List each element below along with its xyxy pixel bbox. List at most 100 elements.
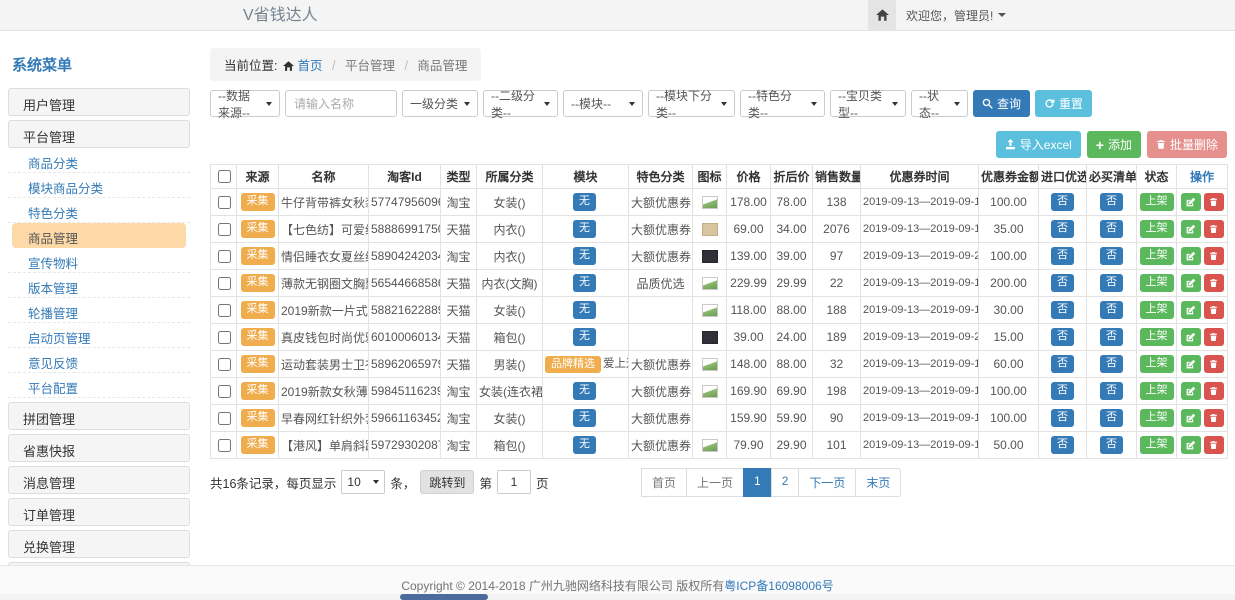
row-checkbox[interactable]	[218, 196, 231, 209]
add-button[interactable]: + 添加	[1087, 131, 1141, 158]
sidebar-item[interactable]: 版本管理	[8, 273, 190, 298]
delete-button[interactable]	[1204, 220, 1224, 238]
module-badge[interactable]: 无	[573, 274, 596, 292]
edit-button[interactable]	[1181, 382, 1201, 400]
row-checkbox[interactable]	[218, 412, 231, 425]
sidebar-item[interactable]: 意见反馈	[8, 348, 190, 373]
must-buy-toggle[interactable]: 否	[1100, 409, 1123, 427]
import-excel-button[interactable]: 导入excel	[996, 131, 1081, 158]
row-checkbox[interactable]	[218, 304, 231, 317]
import-select-toggle[interactable]: 否	[1051, 328, 1074, 346]
sidebar-item[interactable]: 模块商品分类	[8, 173, 190, 198]
sidebar-item[interactable]: 订单管理	[8, 498, 190, 526]
page-button[interactable]: 2	[771, 468, 800, 497]
status-button[interactable]: 上架	[1140, 274, 1174, 292]
must-buy-toggle[interactable]: 否	[1100, 247, 1123, 265]
icp-link[interactable]: 粤ICP备16098006号	[724, 579, 833, 593]
module-badge[interactable]: 无	[573, 382, 596, 400]
status-button[interactable]: 上架	[1140, 220, 1174, 238]
import-select-toggle[interactable]: 否	[1051, 382, 1074, 400]
module-badge[interactable]: 无	[573, 301, 596, 319]
delete-button[interactable]	[1204, 328, 1224, 346]
row-checkbox[interactable]	[218, 277, 231, 290]
sidebar-item[interactable]: 商品分类	[8, 148, 190, 173]
import-select-toggle[interactable]: 否	[1051, 247, 1074, 265]
module-badge[interactable]: 无	[573, 436, 596, 454]
select-all-checkbox[interactable]	[218, 170, 231, 183]
must-buy-toggle[interactable]: 否	[1100, 355, 1123, 373]
page-button[interactable]: 首页	[641, 468, 687, 497]
home-shortcut-button[interactable]	[868, 0, 896, 30]
import-select-toggle[interactable]: 否	[1051, 274, 1074, 292]
module-sub-category-select[interactable]: --模块下分类--	[648, 90, 735, 117]
import-select-toggle[interactable]: 否	[1051, 220, 1074, 238]
module-badge[interactable]: 无	[573, 193, 596, 211]
user-menu[interactable]: 欢迎您，管理员!	[906, 0, 1006, 30]
row-checkbox[interactable]	[218, 439, 231, 452]
edit-button[interactable]	[1181, 409, 1201, 427]
edit-button[interactable]	[1181, 436, 1201, 454]
jump-page-input[interactable]	[497, 470, 531, 494]
must-buy-toggle[interactable]: 否	[1100, 382, 1123, 400]
page-size-select[interactable]: 10	[341, 470, 385, 494]
row-checkbox[interactable]	[218, 223, 231, 236]
delete-button[interactable]	[1204, 274, 1224, 292]
status-button[interactable]: 上架	[1140, 409, 1174, 427]
level1-category-select[interactable]: 一级分类	[402, 90, 478, 117]
sidebar-item[interactable]: 轮播管理	[8, 298, 190, 323]
reset-button[interactable]: 重置	[1035, 90, 1092, 117]
module-badge[interactable]: 无	[573, 328, 596, 346]
must-buy-toggle[interactable]: 否	[1100, 193, 1123, 211]
must-buy-toggle[interactable]: 否	[1100, 274, 1123, 292]
import-select-toggle[interactable]: 否	[1051, 355, 1074, 373]
status-button[interactable]: 上架	[1140, 436, 1174, 454]
status-button[interactable]: 上架	[1140, 193, 1174, 211]
scrollbar-thumb[interactable]	[400, 594, 488, 600]
status-button[interactable]: 上架	[1140, 301, 1174, 319]
edit-button[interactable]	[1181, 220, 1201, 238]
sidebar-item[interactable]: 拼团管理	[8, 402, 190, 430]
edit-button[interactable]	[1181, 193, 1201, 211]
row-checkbox[interactable]	[218, 358, 231, 371]
status-button[interactable]: 上架	[1140, 382, 1174, 400]
import-select-toggle[interactable]: 否	[1051, 193, 1074, 211]
delete-button[interactable]	[1204, 193, 1224, 211]
row-checkbox[interactable]	[218, 250, 231, 263]
edit-button[interactable]	[1181, 274, 1201, 292]
status-select[interactable]: --状态--	[911, 90, 968, 117]
edit-button[interactable]	[1181, 301, 1201, 319]
feature-category-select[interactable]: --特色分类--	[740, 90, 825, 117]
item-type-select[interactable]: --宝贝类型--	[830, 90, 906, 117]
import-select-toggle[interactable]: 否	[1051, 436, 1074, 454]
edit-button[interactable]	[1181, 328, 1201, 346]
status-button[interactable]: 上架	[1140, 328, 1174, 346]
row-checkbox[interactable]	[218, 385, 231, 398]
delete-button[interactable]	[1204, 409, 1224, 427]
module-badge[interactable]: 品牌精选	[545, 356, 601, 374]
edit-button[interactable]	[1181, 355, 1201, 373]
import-select-toggle[interactable]: 否	[1051, 409, 1074, 427]
sidebar-item[interactable]: 启动页管理	[8, 323, 190, 348]
page-button[interactable]: 末页	[855, 468, 901, 497]
batch-delete-button[interactable]: 批量删除	[1147, 131, 1227, 158]
row-checkbox[interactable]	[218, 331, 231, 344]
status-button[interactable]: 上架	[1140, 247, 1174, 265]
status-button[interactable]: 上架	[1140, 355, 1174, 373]
page-button[interactable]: 下一页	[798, 468, 856, 497]
delete-button[interactable]	[1204, 301, 1224, 319]
sidebar-item[interactable]: 省惠快报	[8, 434, 190, 462]
search-button[interactable]: 查询	[973, 90, 1030, 117]
sidebar-item[interactable]: 兑换管理	[8, 530, 190, 558]
jump-button[interactable]: 跳转到	[420, 470, 474, 494]
level2-category-select[interactable]: --二级分类--	[483, 90, 558, 117]
must-buy-toggle[interactable]: 否	[1100, 328, 1123, 346]
name-search-input[interactable]	[285, 90, 397, 117]
must-buy-toggle[interactable]: 否	[1100, 301, 1123, 319]
data-source-select[interactable]: --数据来源--	[210, 90, 280, 117]
sidebar-item[interactable]: 商品管理	[12, 223, 186, 248]
import-select-toggle[interactable]: 否	[1051, 301, 1074, 319]
delete-button[interactable]	[1204, 436, 1224, 454]
sidebar-item[interactable]: 平台配置	[8, 373, 190, 398]
breadcrumb-home-link[interactable]: 首页	[297, 59, 322, 73]
must-buy-toggle[interactable]: 否	[1100, 220, 1123, 238]
